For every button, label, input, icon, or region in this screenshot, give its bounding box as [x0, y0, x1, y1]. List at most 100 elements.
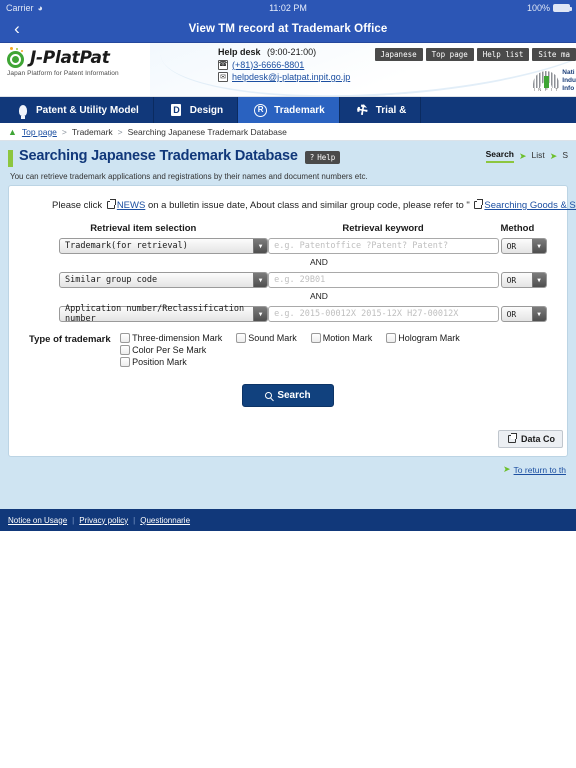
- goods-services-link[interactable]: Searching Goods & Services: [484, 200, 576, 211]
- external-link-icon: [507, 433, 517, 443]
- search-icon: [265, 392, 273, 399]
- inpit-logo: I N P I T Nati Indu Info: [533, 69, 576, 93]
- footer-separator: |: [133, 515, 136, 525]
- return-to-top-link[interactable]: To return to th: [514, 465, 566, 475]
- help-desk-email-row: ✉ helpdesk@j-platpat.inpit.go.jp: [218, 72, 350, 82]
- news-link[interactable]: NEWS: [117, 200, 146, 211]
- page-subtitle: You can retrieve trademark applications …: [10, 172, 368, 181]
- status-bar-clock: 11:02 PM: [269, 3, 307, 13]
- site-logo[interactable]: J-PlatPat Japan Platform for Patent Info…: [6, 47, 119, 77]
- step-search[interactable]: Search: [485, 149, 514, 163]
- global-nav: Patent & Utility Model Design R Trademar…: [0, 97, 576, 123]
- select-value: OR: [506, 309, 517, 319]
- utility-button-help-list[interactable]: Help list: [476, 48, 530, 61]
- footer-link-notice-on-usage[interactable]: Notice on Usage: [8, 516, 67, 525]
- footer-separator: |: [72, 515, 75, 525]
- nav-tab-label: Trial &: [375, 104, 407, 116]
- logo-lockup: J-PlatPat: [6, 47, 119, 69]
- inpit-wordmark: I N P I T: [533, 87, 559, 93]
- inpit-arc-icon: I N P I T: [533, 71, 560, 93]
- page-body: Searching Japanese Trademark Database ? …: [0, 141, 576, 509]
- bulb-icon: [16, 103, 29, 119]
- keyword-input-2-wrap: e.g. 29B01: [268, 272, 499, 288]
- registered-r-icon: R: [254, 103, 268, 118]
- help-button[interactable]: ? Help: [304, 151, 341, 164]
- help-desk-label: Help desk: [218, 47, 261, 57]
- checkbox-box[interactable]: [386, 333, 397, 343]
- search-button-row: Search: [19, 384, 557, 407]
- site-footer: Notice on Usage | Privacy policy | Quest…: [0, 509, 576, 531]
- document-icon: [170, 103, 183, 118]
- status-bar-right: 100%: [527, 3, 572, 13]
- nav-tab-design[interactable]: Design: [154, 97, 239, 123]
- retrieval-item-select-2[interactable]: Similar group code ▼: [59, 272, 269, 288]
- utility-button-top-page[interactable]: Top page: [425, 48, 474, 61]
- nav-tab-trademark[interactable]: R Trademark: [238, 97, 340, 123]
- keyword-input-3-wrap: e.g. 2015-00012X 2015-12X H27-00012X: [268, 306, 499, 322]
- breadcrumb-separator: >: [117, 126, 123, 137]
- header-retrieval-item-selection: Retrieval item selection: [90, 223, 197, 234]
- method-select-1[interactable]: OR ▼: [500, 238, 547, 254]
- footer-link-questionnarie[interactable]: Questionnarie: [140, 516, 190, 525]
- chevron-down-icon: ▼: [531, 273, 546, 287]
- app-nav-bar: ‹ View TM record at Trademark Office: [0, 16, 576, 43]
- inpit-name-line-2: Indu: [562, 77, 576, 85]
- search-button[interactable]: Search: [242, 384, 334, 407]
- method-select-3[interactable]: OR ▼: [500, 306, 547, 322]
- conjunction-label-1: AND: [310, 257, 328, 267]
- breadcrumb-item-trademark[interactable]: Trademark: [72, 127, 113, 137]
- checkbox-label: Three-dimension Mark: [132, 333, 223, 343]
- search-form-panel: Please click NEWS on a bulletin issue da…: [8, 185, 576, 457]
- data-coverage-button[interactable]: Data Co: [497, 429, 563, 448]
- checkbox-box[interactable]: [120, 345, 131, 355]
- checkbox-position-mark[interactable]: Position Mark: [120, 357, 557, 367]
- nav-tab-label: Design: [189, 104, 224, 116]
- help-desk-phone-link[interactable]: (+81)3-6666-8801: [232, 60, 304, 70]
- help-desk-block: Help desk (9:00-21:00) ☎ (+81)3-6666-880…: [218, 47, 350, 82]
- checkbox-motion-mark[interactable]: Motion Mark: [310, 333, 373, 343]
- utility-button-japanese[interactable]: Japanese: [374, 48, 423, 61]
- retrieval-item-select-3[interactable]: Application number/Reclassification numb…: [59, 304, 269, 324]
- select-value: Trademark(for retrieval): [65, 241, 188, 251]
- help-button-label: Help: [317, 153, 336, 162]
- notice-text: Please click NEWS on a bulletin issue da…: [52, 199, 576, 211]
- help-desk-phone-row: ☎ (+81)3-6666-8801: [218, 59, 350, 70]
- step-list[interactable]: List: [532, 150, 545, 162]
- nav-tab-trial-and-appeal[interactable]: ⚒ Trial &: [340, 97, 422, 123]
- search-button-label: Search: [277, 390, 311, 401]
- step-detail[interactable]: S: [562, 150, 568, 162]
- checkbox-color-per-se-mark[interactable]: Color Per Se Mark: [120, 345, 206, 355]
- keyword-input-1[interactable]: e.g. Patentoffice ?Patent? Patent?: [268, 238, 499, 254]
- keyword-input-3[interactable]: e.g. 2015-00012X 2015-12X H27-00012X: [268, 306, 499, 322]
- select-value: Application number/Reclassification numb…: [65, 304, 245, 324]
- breadcrumb: ▲ Top page > Trademark > Searching Japan…: [0, 123, 576, 141]
- utility-button-site-map[interactable]: Site ma: [532, 48, 576, 61]
- checkbox-label: Motion Mark: [322, 333, 373, 343]
- checkbox-box[interactable]: [236, 333, 247, 343]
- page-title-row: Searching Japanese Trademark Database ? …: [8, 147, 568, 167]
- checkbox-box[interactable]: [310, 333, 321, 343]
- checkbox-three-dimension-mark[interactable]: Three-dimension Mark: [120, 333, 222, 343]
- retrieval-item-select-1-wrap: Trademark(for retrieval) ▼: [19, 238, 269, 254]
- checkbox-hologram-mark[interactable]: Hologram Mark: [386, 333, 460, 343]
- external-link-icon: [106, 199, 116, 209]
- checkbox-box[interactable]: [120, 333, 131, 343]
- help-desk-email-link[interactable]: helpdesk@j-platpat.inpit.go.jp: [232, 72, 350, 82]
- title-accent-bar: [8, 150, 13, 167]
- keyword-input-2[interactable]: e.g. 29B01: [268, 272, 499, 288]
- method-select-2[interactable]: OR ▼: [500, 272, 547, 288]
- inpit-name-line-3: Info: [562, 85, 575, 93]
- breadcrumb-item-top-page[interactable]: Top page: [22, 127, 57, 137]
- inpit-name-lines: Nati Indu Info: [562, 69, 576, 93]
- checkbox-box[interactable]: [120, 357, 131, 367]
- logo-wordmark: J-PlatPat: [30, 48, 110, 68]
- footer-link-privacy-policy[interactable]: Privacy policy: [79, 516, 128, 525]
- checkbox-sound-mark[interactable]: Sound Mark: [236, 333, 297, 343]
- nav-tab-label: Trademark: [274, 104, 325, 116]
- nav-tab-patent-utility-model[interactable]: Patent & Utility Model: [0, 97, 154, 123]
- arrow-right-icon: ➤: [519, 150, 527, 161]
- inpit-name-line-1: Nati: [562, 69, 575, 76]
- logo-tagline: Japan Platform for Patent Information: [7, 70, 119, 77]
- header-utility-buttons: Japanese Top page Help list Site ma: [374, 48, 576, 61]
- retrieval-item-select-1[interactable]: Trademark(for retrieval) ▼: [59, 238, 269, 254]
